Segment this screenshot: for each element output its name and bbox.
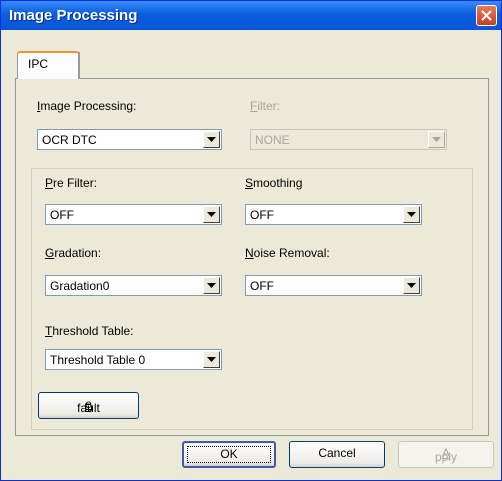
apply-button-label: Apply <box>434 446 457 464</box>
cancel-button[interactable]: Cancel <box>289 441 385 468</box>
close-button[interactable] <box>476 5 497 26</box>
noise-removal-dropdown-button[interactable] <box>403 277 420 294</box>
window-title: Image Processing <box>9 7 138 24</box>
threshold-table-label: Threshold Table: <box>45 324 134 338</box>
tab-ipc-label: IPC <box>28 57 49 71</box>
pre-filter-select[interactable]: OFF <box>45 204 222 225</box>
threshold-table-dropdown-button[interactable] <box>203 351 220 368</box>
chevron-down-icon <box>407 283 416 288</box>
chevron-down-icon <box>207 283 216 288</box>
title-bar[interactable]: Image Processing <box>1 1 501 30</box>
chevron-down-icon <box>432 137 441 142</box>
noise-removal-value: OFF <box>250 279 274 293</box>
image-processing-select[interactable]: OCR DTC <box>37 129 222 150</box>
options-group: Pre Filter: OFF Smoothing OFF Gradation:… <box>31 168 473 430</box>
close-icon <box>481 10 492 21</box>
chevron-down-icon <box>207 137 216 142</box>
pre-filter-label: Pre Filter: <box>45 176 98 190</box>
ok-button-label: OK <box>220 447 238 461</box>
smoothing-select[interactable]: OFF <box>245 204 422 225</box>
smoothing-label: Smoothing <box>245 176 303 190</box>
apply-button[interactable]: Apply <box>398 441 494 468</box>
dialog-window: Image Processing Image Processing: OCR D… <box>0 0 502 481</box>
image-processing-label: Image Processing: <box>37 99 137 113</box>
noise-removal-select[interactable]: OFF <box>245 275 422 296</box>
cancel-button-label: Cancel <box>318 446 356 460</box>
filter-value: NONE <box>255 133 290 147</box>
filter-dropdown-button[interactable] <box>428 131 445 148</box>
pre-filter-dropdown-button[interactable] <box>203 206 220 223</box>
default-button-label: De fault <box>77 397 100 415</box>
ok-button[interactable]: OK <box>182 441 276 468</box>
chevron-down-icon <box>207 212 216 217</box>
gradation-select[interactable]: Gradation0 <box>45 275 222 296</box>
filter-label: Filter: <box>250 99 281 113</box>
threshold-table-select[interactable]: Threshold Table 0 <box>45 349 222 370</box>
default-button[interactable]: De fault <box>38 392 139 419</box>
chevron-down-icon <box>207 357 216 362</box>
threshold-table-value: Threshold Table 0 <box>50 353 146 367</box>
noise-removal-label: Noise Removal: <box>245 246 330 260</box>
chevron-down-icon <box>407 212 416 217</box>
gradation-dropdown-button[interactable] <box>203 277 220 294</box>
smoothing-dropdown-button[interactable] <box>403 206 420 223</box>
image-processing-dropdown-button[interactable] <box>203 131 220 148</box>
tab-divider <box>78 52 80 78</box>
gradation-value: Gradation0 <box>50 279 110 293</box>
pre-filter-value: OFF <box>50 208 74 222</box>
image-processing-value: OCR DTC <box>42 133 97 147</box>
filter-select[interactable]: NONE <box>250 129 447 150</box>
gradation-label: Gradation: <box>45 246 102 260</box>
smoothing-value: OFF <box>250 208 274 222</box>
tab-ipc[interactable]: IPC <box>17 51 79 79</box>
